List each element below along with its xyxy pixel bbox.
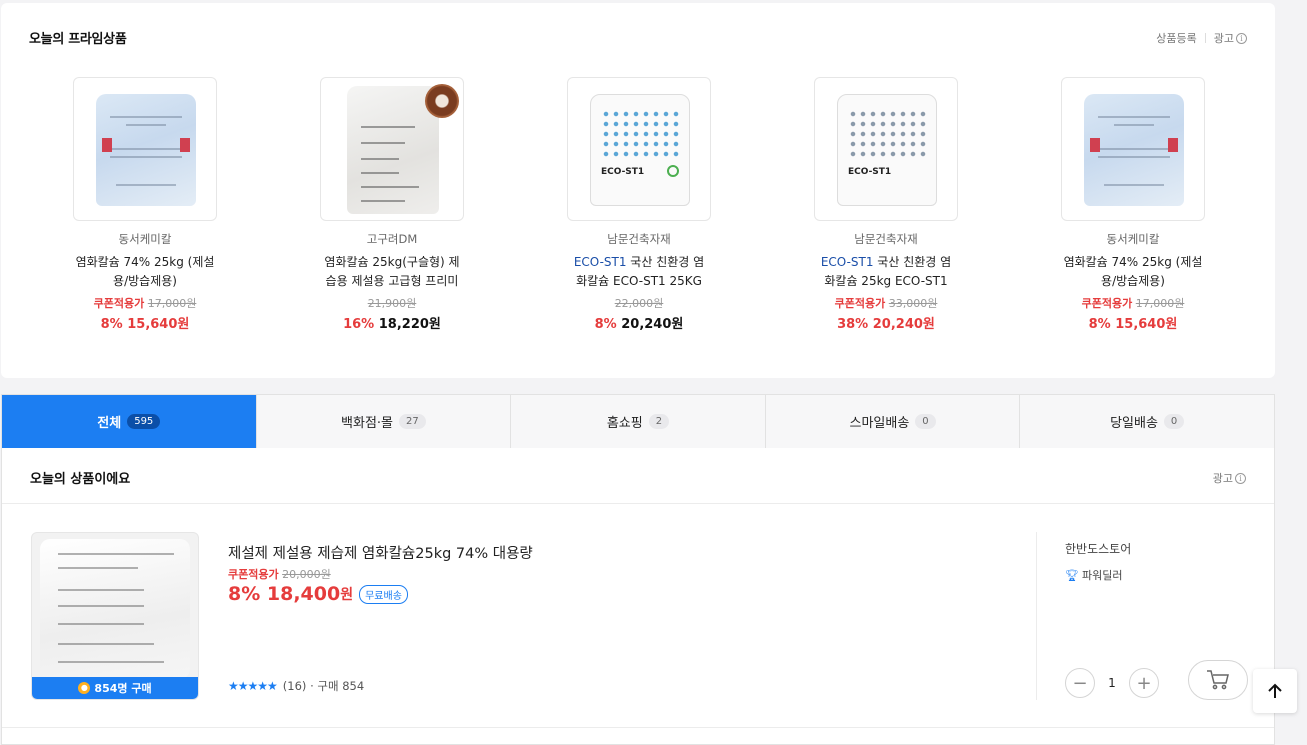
- prime-header-links: 상품등록 광고 i: [1156, 30, 1247, 46]
- original-price-line: 쿠폰적용가 33,000원: [834, 297, 938, 310]
- info-icon[interactable]: i: [1236, 32, 1247, 44]
- product-brand: 남문건축자재: [607, 232, 671, 246]
- scroll-to-top-button[interactable]: [1253, 669, 1297, 713]
- tab-smile-delivery[interactable]: 스마일배송 0: [766, 395, 1021, 448]
- product-brand: 동서케미칼: [118, 232, 172, 246]
- increase-quantity-button[interactable]: +: [1129, 668, 1159, 698]
- tab-count-badge: 595: [127, 414, 161, 429]
- prime-product-card[interactable]: ECO-ST1 남문건축자재 ECO-ST1 국산 친환경 염화칼슘 25kg …: [786, 77, 986, 332]
- product-brand: 남문건축자재: [854, 232, 918, 246]
- tab-count-badge: 2: [648, 414, 670, 429]
- product-name[interactable]: 염화칼슘 25kg(구슬형) 제습용 제설용 고급형 프리미엄: [322, 253, 462, 291]
- divider: [1036, 532, 1037, 700]
- filter-tabs: 전체 595 백화점·몰 27 홈쇼핑 2 스마일배송 0 당일배송 0: [1, 394, 1275, 448]
- product-thumbnail[interactable]: ● 854명 구매: [31, 532, 199, 700]
- prime-product-card[interactable]: 동서케미칼 염화칼슘 74% 25kg (제설용/방습제용) 쿠폰적용가 17,…: [45, 77, 245, 332]
- original-price-line: 쿠폰적용가 17,000원: [93, 297, 197, 310]
- product-name[interactable]: 염화칼슘 74% 25kg (제설용/방습제용): [1063, 253, 1203, 291]
- today-products-section: 오늘의 상품이에요 광고 i ● 854명 구매 제설제 제설용 제습제 염화칼슘…: [1, 448, 1275, 745]
- purchase-count-badge: ● 854명 구매: [32, 677, 198, 699]
- product-thumbnail[interactable]: [73, 77, 217, 221]
- original-price-line: 쿠폰적용가 17,000원: [1081, 297, 1185, 310]
- tab-count-badge: 0: [915, 414, 936, 429]
- product-image: ECO-ST1: [590, 94, 690, 206]
- sale-price-line: 16% 18,220원: [343, 317, 441, 332]
- prime-product-card[interactable]: ECO-ST1 남문건축자재 ECO-ST1 국산 친환경 염화칼슘 ECO-S…: [539, 77, 739, 332]
- free-shipping-badge: 무료배송: [359, 584, 408, 604]
- divider: [1204, 33, 1206, 43]
- ad-label: 광고: [1212, 472, 1233, 485]
- trophy-icon: 🏆︎: [1065, 568, 1079, 582]
- prime-product-card[interactable]: 고구려DM 염화칼슘 25kg(구슬형) 제습용 제설용 고급형 프리미엄 21…: [292, 77, 492, 332]
- product-thumbnail[interactable]: ECO-ST1: [567, 77, 711, 221]
- tab-home-shopping[interactable]: 홈쇼핑 2: [511, 395, 766, 448]
- product-thumbnail[interactable]: [320, 77, 464, 221]
- product-image: [40, 539, 190, 679]
- sale-price-line: 8% 15,640원: [1088, 317, 1178, 332]
- ad-label: 광고: [1213, 32, 1234, 45]
- product-brand: 고구려DM: [366, 232, 418, 246]
- list-section-title: 오늘의 상품이에요: [30, 472, 131, 487]
- ad-label-group: 광고 i: [1213, 470, 1246, 486]
- rating-row: ★★★★★ (16) · 구매 854: [228, 678, 364, 694]
- original-price-line: 21,900원: [367, 297, 417, 310]
- product-image: [96, 94, 196, 206]
- seller-badge: 🏆︎ 파워딜러: [1065, 568, 1123, 583]
- register-product-link[interactable]: 상품등록: [1156, 30, 1196, 46]
- seller-name-link[interactable]: 한반도스토어: [1065, 540, 1131, 557]
- prime-product-card[interactable]: 동서케미칼 염화칼슘 74% 25kg (제설용/방습제용) 쿠폰적용가 17,…: [1033, 77, 1233, 332]
- product-title-link[interactable]: 제설제 제설용 제습제 염화칼슘25kg 74% 대용량: [228, 542, 533, 563]
- tab-all[interactable]: 전체 595: [2, 395, 257, 448]
- product-brand: 동서케미칼: [1106, 232, 1160, 246]
- product-name[interactable]: 염화칼슘 74% 25kg (제설용/방습제용): [75, 253, 215, 291]
- star-rating-icon: ★★★★★: [228, 679, 278, 693]
- prime-products-section: 오늘의 프라임상품 상품등록 광고 i 동서케미칼 염화칼슘 74% 25kg …: [1, 3, 1275, 378]
- product-thumbnail[interactable]: ECO-ST1: [814, 77, 958, 221]
- sale-price-line: 8% 15,640원: [100, 317, 190, 332]
- divider: [2, 503, 1274, 504]
- product-name[interactable]: ECO-ST1 국산 친환경 염화칼슘 ECO-ST1 25KG 제설제: [569, 253, 709, 291]
- cart-icon: [1207, 670, 1229, 690]
- original-price-line: 22,000원: [614, 297, 664, 310]
- sale-price-line: 8% 20,240원: [594, 317, 684, 332]
- tab-same-day-delivery[interactable]: 당일배송 0: [1020, 395, 1274, 448]
- tab-department-mall[interactable]: 백화점·몰 27: [257, 395, 512, 448]
- prime-section-title: 오늘의 프라임상품: [29, 32, 127, 47]
- original-price-line: 쿠폰적용가 20,000원: [228, 568, 331, 581]
- product-image: [1084, 94, 1184, 206]
- product-thumbnail[interactable]: [1061, 77, 1205, 221]
- arrow-up-icon: [1268, 683, 1282, 698]
- fire-icon: ●: [78, 682, 91, 694]
- review-count-link[interactable]: (16): [283, 679, 307, 693]
- divider: [2, 727, 1274, 728]
- tab-count-badge: 0: [1163, 414, 1185, 429]
- product-image: ECO-ST1: [837, 94, 937, 206]
- product-name[interactable]: ECO-ST1 국산 친환경 염화칼슘 25kg ECO-ST1: [816, 253, 956, 291]
- decrease-quantity-button[interactable]: −: [1065, 668, 1095, 698]
- sale-price-line: 38% 20,240원: [837, 317, 935, 332]
- purchase-count: · 구매 854: [310, 679, 365, 693]
- add-to-cart-button[interactable]: [1188, 660, 1248, 700]
- sale-price-line: 8% 18,400 원 무료배송: [228, 583, 408, 605]
- brand-seal-icon: [425, 84, 459, 118]
- quantity-value[interactable]: 1: [1095, 676, 1129, 690]
- tab-count-badge: 27: [399, 414, 426, 429]
- info-icon[interactable]: i: [1235, 472, 1246, 484]
- quantity-stepper: − 1 +: [1065, 668, 1159, 698]
